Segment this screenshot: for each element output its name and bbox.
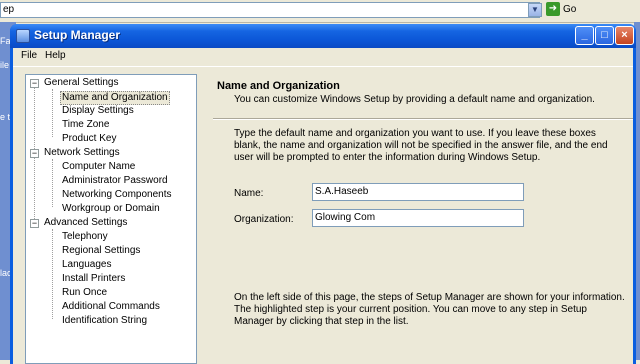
window-client-area: File Help − General Settings Name and Or… <box>13 48 633 364</box>
tree-item-time-zone[interactable]: Time Zone <box>62 119 109 131</box>
tree-line <box>52 89 53 137</box>
content-panel: Name and Organization You can customize … <box>213 74 633 344</box>
footer-line: The highlighted step is your current pos… <box>234 304 587 315</box>
address-bar[interactable]: ep <box>0 2 540 18</box>
close-button[interactable]: × <box>615 26 634 45</box>
title-bar[interactable]: Setup Manager _ □ × <box>10 24 636 48</box>
tree-item-administrator-password[interactable]: Administrator Password <box>62 175 168 187</box>
intro-line: Type the default name and organization y… <box>234 128 596 139</box>
tree-item-additional-commands[interactable]: Additional Commands <box>62 301 160 313</box>
organization-input[interactable]: Glowing Com <box>312 209 524 227</box>
steps-tree: − General Settings Name and Organization… <box>25 74 197 364</box>
intro-line: user will be prompted to enter the infor… <box>234 152 541 163</box>
footer-text: On the left side of this page, the steps… <box>234 292 625 328</box>
tree-item-networking-components[interactable]: Networking Components <box>62 189 172 201</box>
menu-help[interactable]: Help <box>45 50 66 61</box>
footer-line: Manager by clicking that step in the lis… <box>234 316 409 327</box>
tree-item-regional-settings[interactable]: Regional Settings <box>62 245 140 257</box>
go-label: Go <box>563 4 577 15</box>
tree-item-name-and-organization[interactable]: Name and Organization <box>60 91 170 105</box>
collapse-general-icon[interactable]: − <box>30 79 39 88</box>
side-fragment: ile <box>0 60 10 70</box>
name-label: Name: <box>234 188 264 199</box>
tree-item-product-key[interactable]: Product Key <box>62 133 116 145</box>
menu-bar: File Help <box>13 48 633 67</box>
go-arrow-icon: ➜ <box>546 2 560 17</box>
tree-group-network[interactable]: Network Settings <box>44 147 120 159</box>
intro-text: Type the default name and organization y… <box>234 128 608 164</box>
tree-item-run-once[interactable]: Run Once <box>62 287 107 299</box>
name-input[interactable]: S.A.Haseeb <box>312 183 524 201</box>
tree-item-telephony[interactable]: Telephony <box>62 231 108 243</box>
maximize-button[interactable]: □ <box>595 26 614 45</box>
footer-line: On the left side of this page, the steps… <box>234 292 625 303</box>
tree-item-identification-string[interactable]: Identification String <box>62 315 147 327</box>
menu-file[interactable]: File <box>21 50 37 61</box>
header-divider <box>213 118 633 120</box>
tree-item-install-printers[interactable]: Install Printers <box>62 273 125 285</box>
tree-line <box>52 159 53 207</box>
collapse-network-icon[interactable]: − <box>30 149 39 158</box>
app-icon <box>16 29 30 43</box>
tree-group-advanced[interactable]: Advanced Settings <box>44 217 127 229</box>
page-subtitle: You can customize Windows Setup by provi… <box>234 94 595 105</box>
tree-item-computer-name[interactable]: Computer Name <box>62 161 135 173</box>
page-header: Name and Organization You can customize … <box>213 74 633 118</box>
background-browser-toolbar: ep ▼ ➜ Go <box>0 0 640 23</box>
tree-group-general[interactable]: General Settings <box>44 77 119 89</box>
tree-item-languages[interactable]: Languages <box>62 259 112 271</box>
setup-manager-window: Setup Manager _ □ × File Help − General … <box>10 24 636 364</box>
organization-label: Organization: <box>234 214 294 225</box>
minimize-button[interactable]: _ <box>575 26 594 45</box>
address-dropdown-icon[interactable]: ▼ <box>528 3 542 17</box>
tree-line <box>52 229 53 319</box>
tree-item-workgroup-or-domain[interactable]: Workgroup or Domain <box>62 203 160 215</box>
intro-line: blank, the name and organization will no… <box>234 140 608 151</box>
page-title: Name and Organization <box>217 80 340 92</box>
go-button[interactable]: ➜ Go <box>546 1 590 19</box>
collapse-advanced-icon[interactable]: − <box>30 219 39 228</box>
window-title: Setup Manager <box>34 28 121 42</box>
tree-item-display-settings[interactable]: Display Settings <box>62 105 134 117</box>
